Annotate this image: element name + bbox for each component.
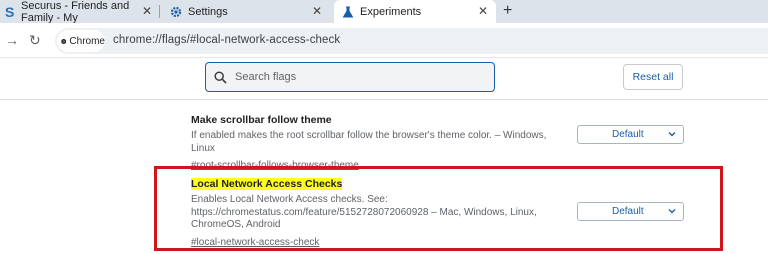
securus-s-icon: S	[5, 5, 15, 19]
flags-header: Reset all	[0, 59, 768, 100]
search-input[interactable]	[235, 71, 475, 83]
experiment-scrollbar-theme: Make scrollbar follow theme If enabled m…	[191, 114, 571, 173]
close-icon[interactable]: ✕	[478, 4, 488, 18]
back-arrow-icon[interactable]: →	[5, 32, 19, 48]
chip-label: Chrome	[69, 35, 105, 47]
toolbar: → ↻ Chrome chrome://flags/#local-network…	[0, 23, 768, 58]
tab-securus[interactable]: S Securus - Friends and Family - My ✕	[0, 0, 158, 24]
experiments-list: Make scrollbar follow theme If enabled m…	[0, 100, 768, 253]
tab-experiments[interactable]: Experiments ✕	[334, 0, 496, 23]
annotation-highlight-box	[154, 166, 723, 251]
search-icon	[214, 70, 227, 84]
tab-strip: S Securus - Friends and Family - My ✕ Se…	[0, 0, 768, 24]
chrome-logo-icon	[61, 38, 67, 44]
flask-icon	[342, 6, 354, 18]
close-icon[interactable]: ✕	[312, 4, 322, 18]
tab-title: Experiments	[360, 5, 422, 18]
select-value: Default	[612, 129, 644, 140]
address-bar[interactable]: Chrome chrome://flags/#local-network-acc…	[55, 28, 768, 54]
svg-text:S: S	[5, 5, 14, 19]
gear-icon	[170, 6, 182, 18]
new-tab-button[interactable]: +	[503, 2, 512, 20]
url-text[interactable]: chrome://flags/#local-network-access-che…	[113, 34, 340, 46]
chrome-chip[interactable]: Chrome	[57, 30, 105, 52]
tab-title: Settings	[188, 5, 228, 18]
reset-all-button[interactable]: Reset all	[623, 64, 683, 90]
reload-icon[interactable]: ↻	[29, 32, 41, 48]
experiment-title: Make scrollbar follow theme	[191, 114, 332, 126]
close-icon[interactable]: ✕	[142, 4, 152, 18]
chevron-down-icon	[668, 132, 676, 137]
tab-title: Securus - Friends and Family - My	[21, 0, 130, 24]
experiment-description: If enabled makes the root scrollbar foll…	[191, 130, 547, 154]
search-box[interactable]	[205, 62, 495, 92]
experiment-select[interactable]: Default	[577, 125, 684, 144]
tab-separator	[159, 5, 160, 18]
tab-settings[interactable]: Settings ✕	[162, 0, 330, 23]
